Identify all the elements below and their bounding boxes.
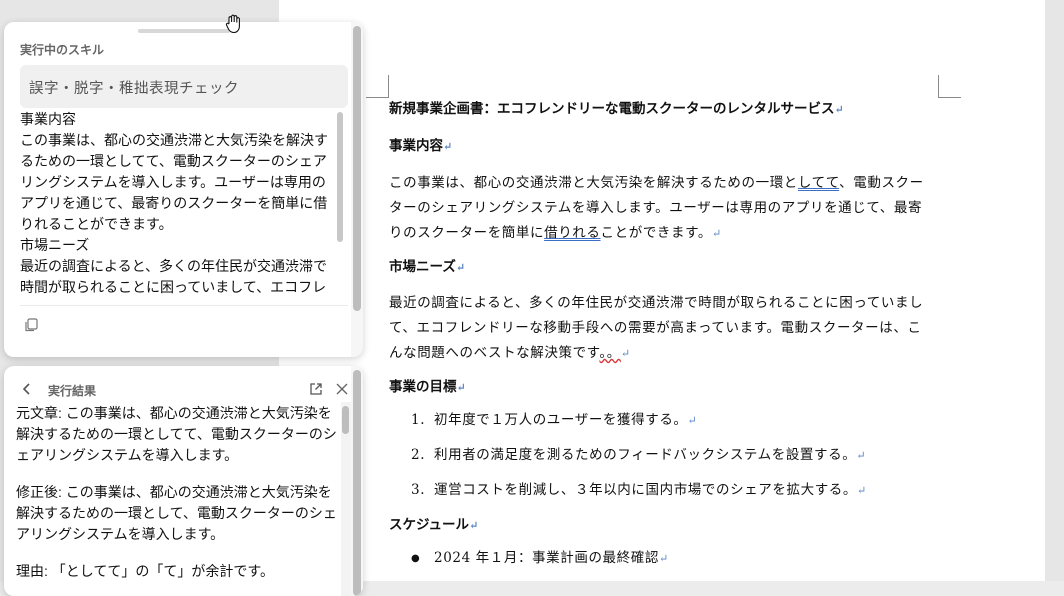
skill-name: 誤字・脱字・稚拙表現チェック bbox=[29, 81, 239, 97]
section-heading-business: 事業内容 bbox=[389, 138, 443, 154]
open-external-icon[interactable] bbox=[309, 382, 323, 396]
result-title: 実行結果 bbox=[48, 384, 97, 398]
text-line: アプリを通じて、最寄りのスクーターを簡単に借 bbox=[20, 195, 328, 211]
original-text: 元文章: この事業は、都心の交通渋滞と大気汚染を解決するための一環としてて、電動… bbox=[16, 405, 337, 463]
reason-text: 理由: 「としてて」の「て」が余計です。 bbox=[16, 563, 274, 579]
list-item: 1. 初年度で１万人のユーザーを獲得する。↵ bbox=[411, 412, 698, 428]
section-heading-market: 市場ニーズ bbox=[389, 259, 456, 275]
close-icon[interactable] bbox=[335, 382, 349, 396]
copy-icon[interactable] bbox=[24, 318, 38, 332]
text-line: リングシステムを導入します。ユーザーは専用の bbox=[20, 174, 326, 190]
skill-input-text[interactable]: 事業内容 この事業は、都心の交通渋滞と大気汚染を解決す るための一環としてて、電… bbox=[20, 109, 332, 297]
result-scrollbar[interactable] bbox=[342, 406, 349, 434]
paragraph-mark: ↵ bbox=[834, 103, 844, 116]
document-title: 新規事業企画書：エコフレンドリーな電動スクーターのレンタルサービス bbox=[389, 101, 835, 117]
text-scrollbar[interactable] bbox=[337, 112, 343, 242]
document-body[interactable]: 新規事業企画書：エコフレンドリーな電動スクーターのレンタルサービス↵ 事業内容↵… bbox=[389, 98, 934, 576]
page-corner-mark-left bbox=[366, 75, 389, 98]
list-item: 2. 利用者の満足度を測るためのフィードバックシステムを設置する。↵ bbox=[411, 447, 867, 463]
bullet-icon: ● bbox=[411, 553, 421, 564]
paragraph-market: 最近の調査によると、多くの年住民が交通渋滞で時間が取られることに困っていまして、… bbox=[389, 295, 924, 361]
paragraph-mark: ↵ bbox=[443, 140, 453, 153]
text-line: 時間が取られることに困っていまして、エコフレ bbox=[20, 279, 327, 295]
workspace-background-right bbox=[1045, 0, 1064, 581]
result-panel: 実行結果 元文章: この事業は、都心の交通渋滞と大気汚染を解決するための一環とし… bbox=[4, 366, 363, 596]
drag-handle[interactable] bbox=[138, 29, 230, 33]
skill-name-box: 誤字・脱字・稚拙表現チェック bbox=[20, 65, 348, 108]
corrected-text: 修正後: この事業は、都心の交通渋滞と大気汚染を解決するための一環として、電動ス… bbox=[16, 484, 337, 542]
list-item: 3. 運営コストを削減し、３年以内に国内市場でのシェアを拡大する。↵ bbox=[411, 482, 867, 498]
panel-label: 実行中のスキル bbox=[20, 43, 105, 57]
grammar-underline[interactable]: 借りれる bbox=[544, 225, 600, 241]
text-line: りれることができます。 bbox=[20, 216, 173, 232]
paragraph-business: この事業は、都心の交通渋滞と大気汚染を解決するための一環としてて、電動スクーター… bbox=[389, 175, 924, 241]
schedule-list: ● 2024 年１月：事業計画の最終確認↵ bbox=[389, 541, 934, 576]
result-text[interactable]: 元文章: この事業は、都心の交通渋滞と大気汚染を解決するための一環としてて、電動… bbox=[16, 403, 338, 596]
text-line: 事業内容 bbox=[20, 111, 76, 127]
text-line: るための一環としてて、電動スクーターのシェア bbox=[20, 153, 327, 169]
text-line: この事業は、都心の交通渋滞と大気汚染を解決す bbox=[20, 132, 328, 148]
hand-cursor-icon bbox=[225, 14, 240, 34]
page-corner-mark-right bbox=[938, 75, 961, 98]
text-line: 最近の調査によると、多くの年住民が交通渋滞で bbox=[20, 258, 328, 274]
skill-panel: 実行中のスキル 誤字・脱字・稚拙表現チェック 事業内容 この事業は、都心の交通渋… bbox=[4, 22, 363, 357]
text-line: 市場ニーズ bbox=[20, 237, 90, 253]
list-item: ● 2024 年１月：事業計画の最終確認↵ bbox=[389, 541, 934, 576]
panel-scrollbar[interactable] bbox=[353, 26, 361, 311]
spelling-underline[interactable]: 。。 bbox=[599, 345, 620, 361]
divider bbox=[20, 305, 348, 306]
panel-scrollbar[interactable] bbox=[353, 370, 361, 596]
back-icon[interactable] bbox=[20, 382, 34, 396]
grammar-underline[interactable]: してて bbox=[798, 175, 839, 191]
section-heading-schedule: スケジュール bbox=[389, 517, 470, 533]
goals-list: 1. 初年度で１万人のユーザーを獲得する。↵ 2. 利用者の満足度を測るためのフィー… bbox=[389, 403, 934, 508]
section-heading-goals: 事業の目標 bbox=[389, 379, 457, 395]
